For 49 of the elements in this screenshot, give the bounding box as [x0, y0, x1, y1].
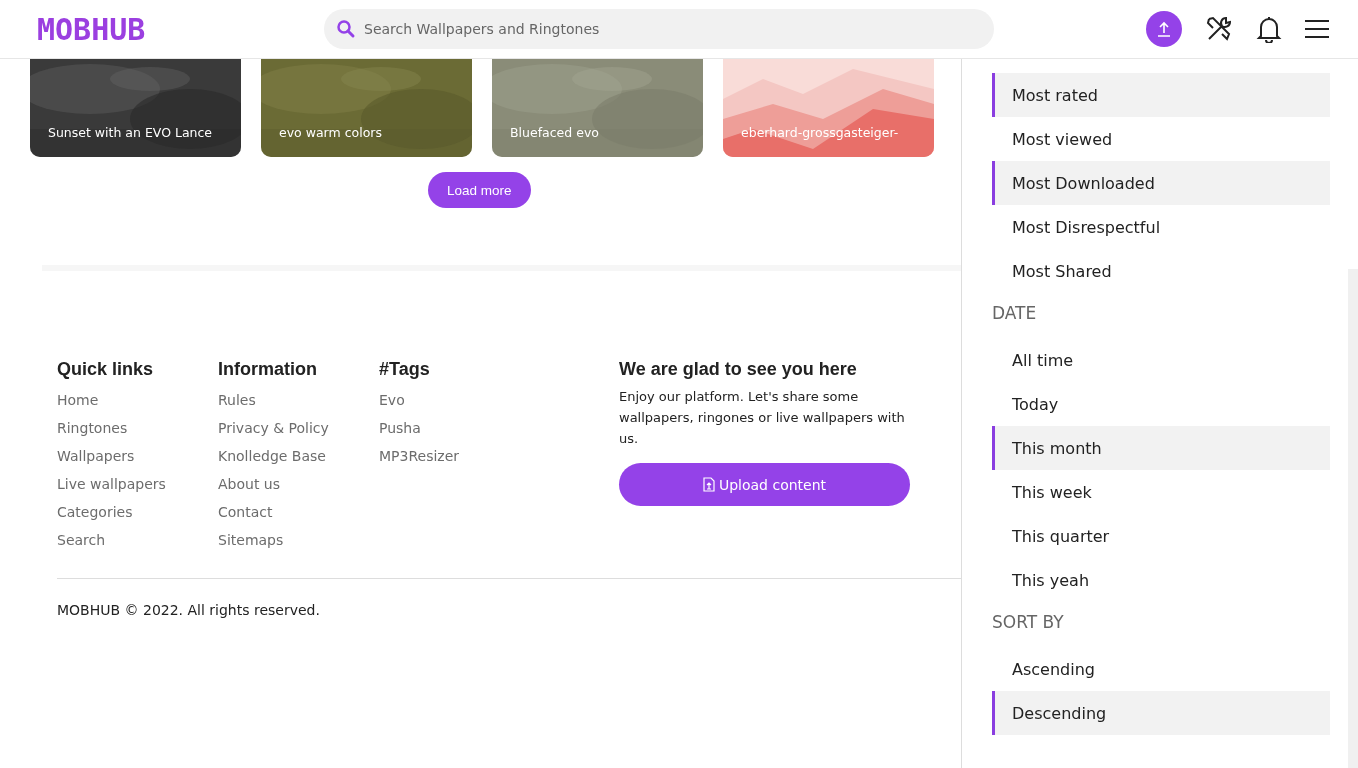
footer-link[interactable]: Search [57, 526, 218, 554]
copyright-text: MOBHUB © 2022. All rights reserved. [57, 602, 321, 618]
footer-link[interactable]: Ringtones [57, 414, 218, 442]
footer-link[interactable]: Evo [379, 386, 540, 414]
filter-option[interactable]: This week [992, 470, 1330, 514]
footer-link[interactable]: Categories [57, 498, 218, 526]
column-heading: #Tags [379, 359, 431, 380]
footer-link[interactable]: Live wallpapers [57, 470, 218, 498]
filter-option[interactable]: Today [992, 382, 1330, 426]
menu-icon[interactable] [1304, 18, 1330, 40]
footer-link[interactable]: About us [218, 470, 379, 498]
file-upload-icon [702, 477, 715, 492]
group-heading: SORT BY [992, 612, 1065, 634]
filter-option[interactable]: Most Downloaded [992, 161, 1330, 205]
welcome-text: Enjoy our platform. Let's share some wallpapers, ringones or live wallpapers with us. [619, 388, 906, 448]
card-title[interactable]: Sunset with an EVO Lance [48, 125, 213, 140]
footer-link[interactable]: Pusha [379, 414, 540, 442]
footer-link[interactable]: MP3Resizer [379, 442, 540, 470]
footer-link[interactable]: Rules [218, 386, 379, 414]
filter-option[interactable]: Most Disrespectful [992, 205, 1330, 249]
filter-option[interactable]: This month [992, 426, 1330, 470]
filter-option[interactable]: This yeah [992, 558, 1330, 602]
footer-link[interactable]: Wallpapers [57, 442, 218, 470]
filter-option[interactable]: This quarter [992, 514, 1330, 558]
card-title[interactable]: evo warm colors [279, 125, 382, 140]
filter-option[interactable]: Ascending [992, 647, 1330, 691]
footer-link[interactable]: Privacy & Policy [218, 414, 379, 442]
filter-option[interactable]: Most Shared [992, 249, 1330, 293]
upload-button[interactable] [1146, 11, 1182, 47]
search-icon [336, 19, 356, 39]
upload-content-button[interactable]: Upload content [619, 463, 910, 506]
footer-link[interactable]: Home [57, 386, 218, 414]
upload-icon [1156, 20, 1172, 38]
group-heading: DATE [992, 303, 1038, 325]
notification-bell-icon[interactable] [1256, 15, 1282, 43]
filter-option[interactable]: Most rated [992, 73, 1330, 117]
column-heading: Quick links [57, 359, 155, 380]
filter-option[interactable]: Most viewed [992, 117, 1330, 161]
column-heading: Information [218, 359, 318, 380]
footer-link[interactable]: Contact [218, 498, 379, 526]
filter-option[interactable]: Descending [992, 691, 1330, 735]
welcome-heading: We are glad to see you here [619, 359, 858, 380]
footer-link[interactable]: Sitemaps [218, 526, 379, 554]
logo[interactable]: MOBHUB [37, 11, 287, 47]
filter-option[interactable]: All time [992, 338, 1330, 382]
card-title[interactable]: Bluefaced evo [510, 125, 599, 140]
search-field[interactable]: Search Wallpapers and Ringtones [324, 9, 994, 49]
load-more-button[interactable]: Load more [428, 172, 531, 208]
footer-link[interactable]: Knolledge Base [218, 442, 379, 470]
